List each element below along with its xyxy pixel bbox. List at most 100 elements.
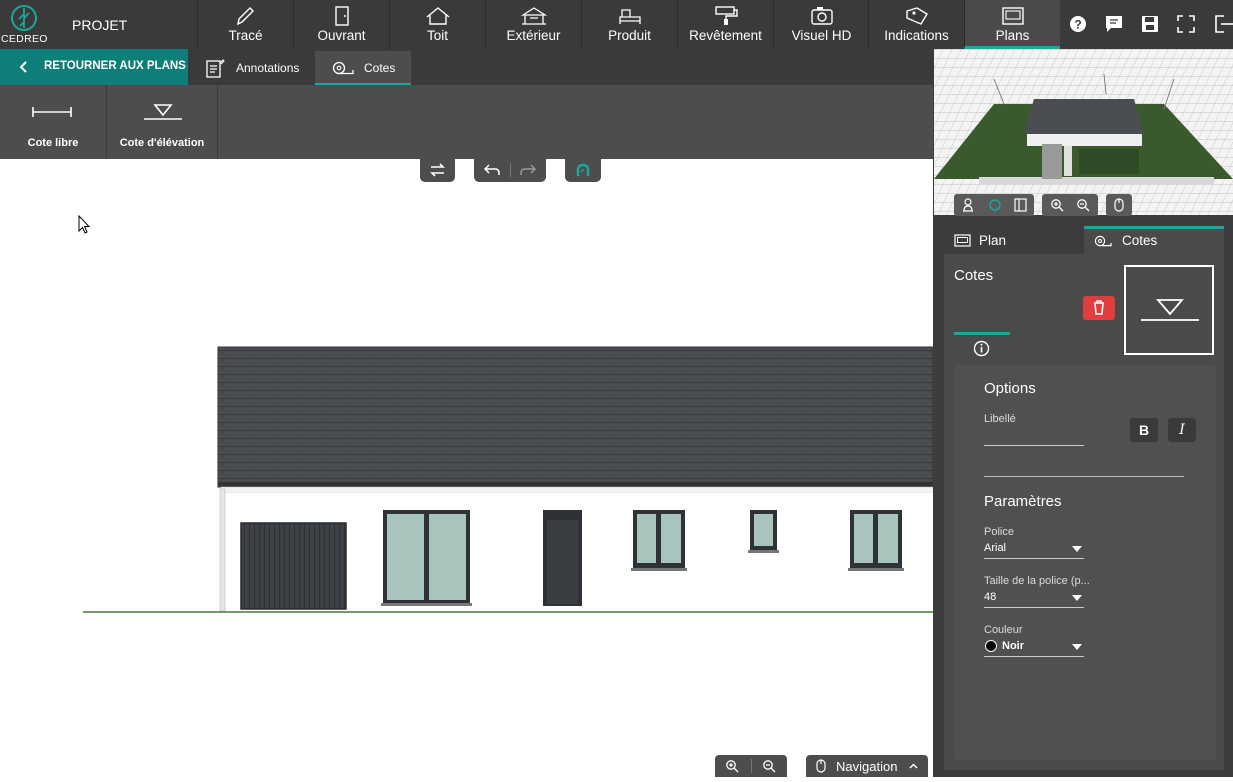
mouse-icon[interactable]	[1114, 198, 1124, 212]
cote-preview-thumbnail	[1124, 265, 1214, 355]
info-icon	[973, 340, 990, 357]
drawing-canvas[interactable]	[0, 159, 934, 777]
3d-preview[interactable]	[934, 49, 1233, 215]
sub-toolbar: RETOURNER AUX PLANS Annotations Cotes	[0, 49, 933, 85]
tab-toit[interactable]: Toit	[389, 0, 485, 49]
tab-indications[interactable]: Indications	[868, 0, 964, 49]
panel-tab-label: Cotes	[1122, 233, 1158, 248]
tool-label: Cote d'élévation	[119, 137, 205, 149]
project-menu[interactable]: PROJET	[72, 17, 127, 33]
cedreo-logo[interactable]: CEDREO	[0, 0, 52, 49]
chevron-up-icon	[909, 763, 918, 769]
tools-row: Cote libre Cote d'élévation	[0, 85, 933, 159]
furniture-icon	[619, 9, 641, 24]
couleur-underline	[984, 656, 1084, 657]
magnet-icon	[576, 163, 590, 176]
tag-icon	[906, 7, 928, 25]
tab-visuel-hd[interactable]: Visuel HD	[773, 0, 869, 49]
section-view-icon[interactable]	[1014, 198, 1027, 212]
save-icon[interactable]	[1140, 14, 1160, 34]
back-label: RETOURNER AUX PLANS	[44, 60, 186, 72]
chat-icon[interactable]	[1104, 14, 1124, 34]
svg-text:?: ?	[1074, 18, 1081, 32]
bold-button[interactable]: B	[1130, 418, 1158, 442]
redo-icon[interactable]	[520, 164, 536, 176]
swap-view-button[interactable]	[420, 159, 455, 182]
tab-label: Extérieur	[506, 28, 561, 43]
gazebo-icon	[520, 7, 548, 25]
logo-icon	[11, 5, 37, 31]
italic-button[interactable]: I	[1168, 418, 1196, 442]
libelle-label: Libellé	[984, 413, 1016, 425]
person-icon[interactable]	[962, 198, 974, 212]
tab-exterieur[interactable]: Extérieur	[485, 0, 581, 49]
preview-zoom-group	[1042, 194, 1098, 216]
navigation-label: Navigation	[836, 759, 898, 774]
orbit-icon[interactable]	[988, 198, 1002, 212]
chevron-down-icon[interactable]	[1072, 546, 1082, 552]
taille-label: Taille de la police (p...	[984, 575, 1090, 587]
tool-cote-elevation[interactable]: Cote d'élévation	[107, 85, 218, 159]
fullscreen-icon[interactable]	[1176, 14, 1196, 34]
tab-trace[interactable]: Tracé	[197, 0, 293, 49]
logout-icon[interactable]	[1212, 14, 1233, 34]
color-swatch	[985, 640, 997, 652]
params-title: Paramètres	[984, 493, 1062, 510]
tab-label: Toit	[426, 28, 448, 43]
tab-ouvrant[interactable]: Ouvrant	[293, 0, 389, 49]
tab-label: Revêtement	[689, 28, 762, 43]
plan-icon	[954, 234, 971, 247]
annotations-icon	[206, 59, 225, 78]
tab-plans[interactable]: Plans	[964, 0, 1060, 49]
panel-tab-label: Plan	[979, 233, 1007, 248]
zoom-out-icon[interactable]	[1076, 198, 1090, 212]
subtab-annotations[interactable]: Annotations	[196, 51, 308, 85]
tab-label: Visuel HD	[791, 28, 852, 43]
chevron-left-icon	[19, 61, 27, 73]
magnet-button[interactable]	[565, 159, 601, 182]
panel-tab-cotes[interactable]: Cotes	[1084, 226, 1224, 254]
tab-revetement[interactable]: Revêtement	[677, 0, 773, 49]
zoom-in-icon[interactable]	[1050, 198, 1064, 212]
subtab-label: Cotes	[364, 61, 396, 75]
trash-icon	[1094, 300, 1104, 315]
panel-tab-plan[interactable]: Plan	[944, 226, 1084, 254]
paint-roller-icon	[715, 6, 738, 25]
delete-button[interactable]	[1083, 296, 1115, 320]
swap-arrows-icon	[430, 163, 445, 177]
info-tab[interactable]	[954, 332, 1010, 358]
undo-icon[interactable]	[484, 164, 500, 176]
chevron-down-icon[interactable]	[1072, 595, 1082, 601]
subtab-cotes[interactable]: Cotes	[315, 51, 411, 85]
pencil-icon	[237, 7, 254, 26]
police-select[interactable]: Arial	[984, 542, 1006, 554]
couleur-select[interactable]: Noir	[1002, 640, 1024, 652]
elevation-drawing	[83, 346, 934, 613]
tool-cote-libre[interactable]: Cote libre	[0, 85, 107, 159]
mouse-icon	[816, 759, 826, 773]
preview-mouse-group	[1106, 194, 1132, 216]
zoom-in-icon[interactable]	[725, 759, 739, 773]
panel-tabs: Plan Cotes	[944, 226, 1224, 254]
divider	[984, 476, 1184, 477]
preview-view-group	[954, 194, 1034, 216]
elevation-dimension-icon	[1141, 299, 1199, 321]
tab-label: Tracé	[228, 28, 263, 43]
navigation-button[interactable]: Navigation	[806, 755, 928, 777]
elevation-dimension-icon	[144, 104, 182, 120]
subtab-label: Annotations	[236, 61, 300, 75]
libelle-underline	[984, 445, 1084, 446]
police-label: Police	[984, 526, 1014, 538]
taille-select[interactable]: 48	[984, 591, 996, 603]
house-facade[interactable]	[217, 346, 934, 612]
preview-toolbar	[954, 194, 1134, 216]
zoom-out-icon[interactable]	[762, 759, 776, 773]
measure-tape-icon	[332, 61, 354, 75]
back-to-plans-button[interactable]: RETOURNER AUX PLANS	[0, 49, 188, 85]
police-underline	[984, 558, 1084, 559]
help-icon[interactable]: ?	[1068, 14, 1088, 34]
tab-produit[interactable]: Produit	[581, 0, 677, 49]
measure-tape-icon	[1094, 235, 1112, 247]
chevron-down-icon[interactable]	[1072, 644, 1082, 650]
tab-label: Produit	[608, 28, 651, 43]
